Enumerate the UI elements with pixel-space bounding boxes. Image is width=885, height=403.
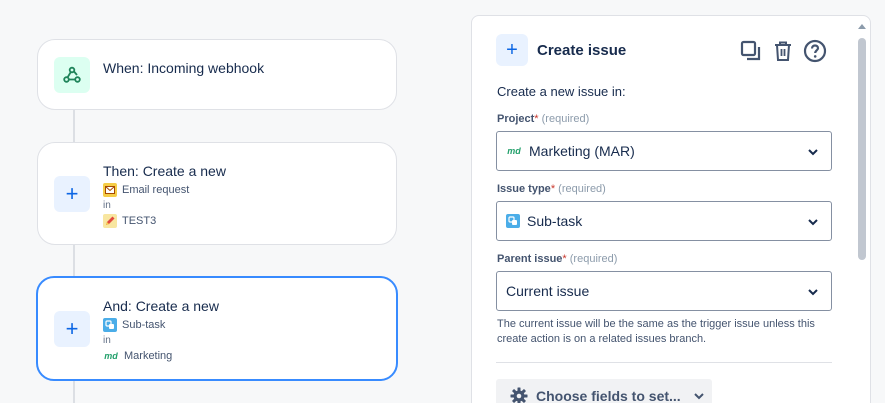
action-node-create-subtask[interactable]: + And: Create a new Sub-task in md Marke… <box>36 276 398 381</box>
trigger-node[interactable]: When: Incoming webhook <box>37 39 397 110</box>
project-text: TEST3 <box>122 215 157 227</box>
chevron-down-icon <box>806 285 820 299</box>
issue-type-field-label: Issue type* (required) <box>497 183 606 195</box>
scroll-up-arrow-icon[interactable] <box>858 24 866 29</box>
issue-type-select-value: Sub-task <box>527 213 583 229</box>
divider <box>496 362 832 363</box>
issue-type-label: Email request <box>103 183 189 197</box>
chevron-down-icon <box>693 392 705 400</box>
trigger-title: When: Incoming webhook <box>103 60 265 76</box>
email-request-icon <box>103 183 117 197</box>
issue-type-label: Sub-task <box>103 318 165 332</box>
project-select-value: Marketing (MAR) <box>529 143 635 159</box>
panel-title: Create issue <box>537 42 627 59</box>
in-label: in <box>103 335 111 346</box>
flow-connector <box>73 245 75 276</box>
project-select[interactable]: md Marketing (MAR) <box>496 131 832 171</box>
choose-fields-label: Choose fields to set... <box>536 388 681 403</box>
issue-type-select[interactable]: Sub-task <box>496 201 832 241</box>
flow-connector <box>73 110 75 143</box>
in-label: in <box>103 200 111 211</box>
delete-icon[interactable] <box>770 38 796 64</box>
parent-issue-select-value: Current issue <box>506 283 590 299</box>
subtask-icon <box>103 318 117 332</box>
project-field-label: Project* (required) <box>497 113 590 125</box>
help-icon[interactable] <box>802 38 828 64</box>
gear-icon <box>510 387 528 403</box>
panel-description: Create a new issue in: <box>497 84 626 99</box>
webhook-icon <box>54 57 90 93</box>
issue-type-text: Email request <box>122 184 190 196</box>
project-text: Marketing <box>124 350 173 362</box>
parent-issue-select[interactable]: Current issue <box>496 271 832 311</box>
issue-type-text: Sub-task <box>122 319 166 331</box>
add-icon: + <box>54 311 90 347</box>
add-icon: + <box>54 176 90 212</box>
add-icon: + <box>496 34 528 66</box>
flow-connector <box>73 381 75 403</box>
marketing-project-icon: md <box>507 146 521 156</box>
parent-issue-help-text: The current issue will be the same as th… <box>497 318 815 345</box>
scrollbar-thumb[interactable] <box>858 38 866 260</box>
marketing-project-icon: md <box>104 351 118 361</box>
choose-fields-button[interactable]: Choose fields to set... <box>496 379 712 403</box>
action-title: And: Create a new <box>103 298 219 314</box>
create-issue-panel: + Create issue Create a new issue in: Pr… <box>471 15 871 403</box>
pencil-icon <box>103 214 117 228</box>
copy-icon[interactable] <box>738 38 764 64</box>
project-label: TEST3 <box>103 214 156 228</box>
action-title: Then: Create a new <box>103 163 226 179</box>
project-label: md Marketing <box>103 349 172 363</box>
parent-issue-field-label: Parent issue* (required) <box>497 253 618 265</box>
action-node-create-email-request[interactable]: + Then: Create a new Email request in TE… <box>37 142 397 245</box>
chevron-down-icon <box>806 145 820 159</box>
subtask-icon <box>506 214 520 228</box>
chevron-down-icon <box>806 215 820 229</box>
